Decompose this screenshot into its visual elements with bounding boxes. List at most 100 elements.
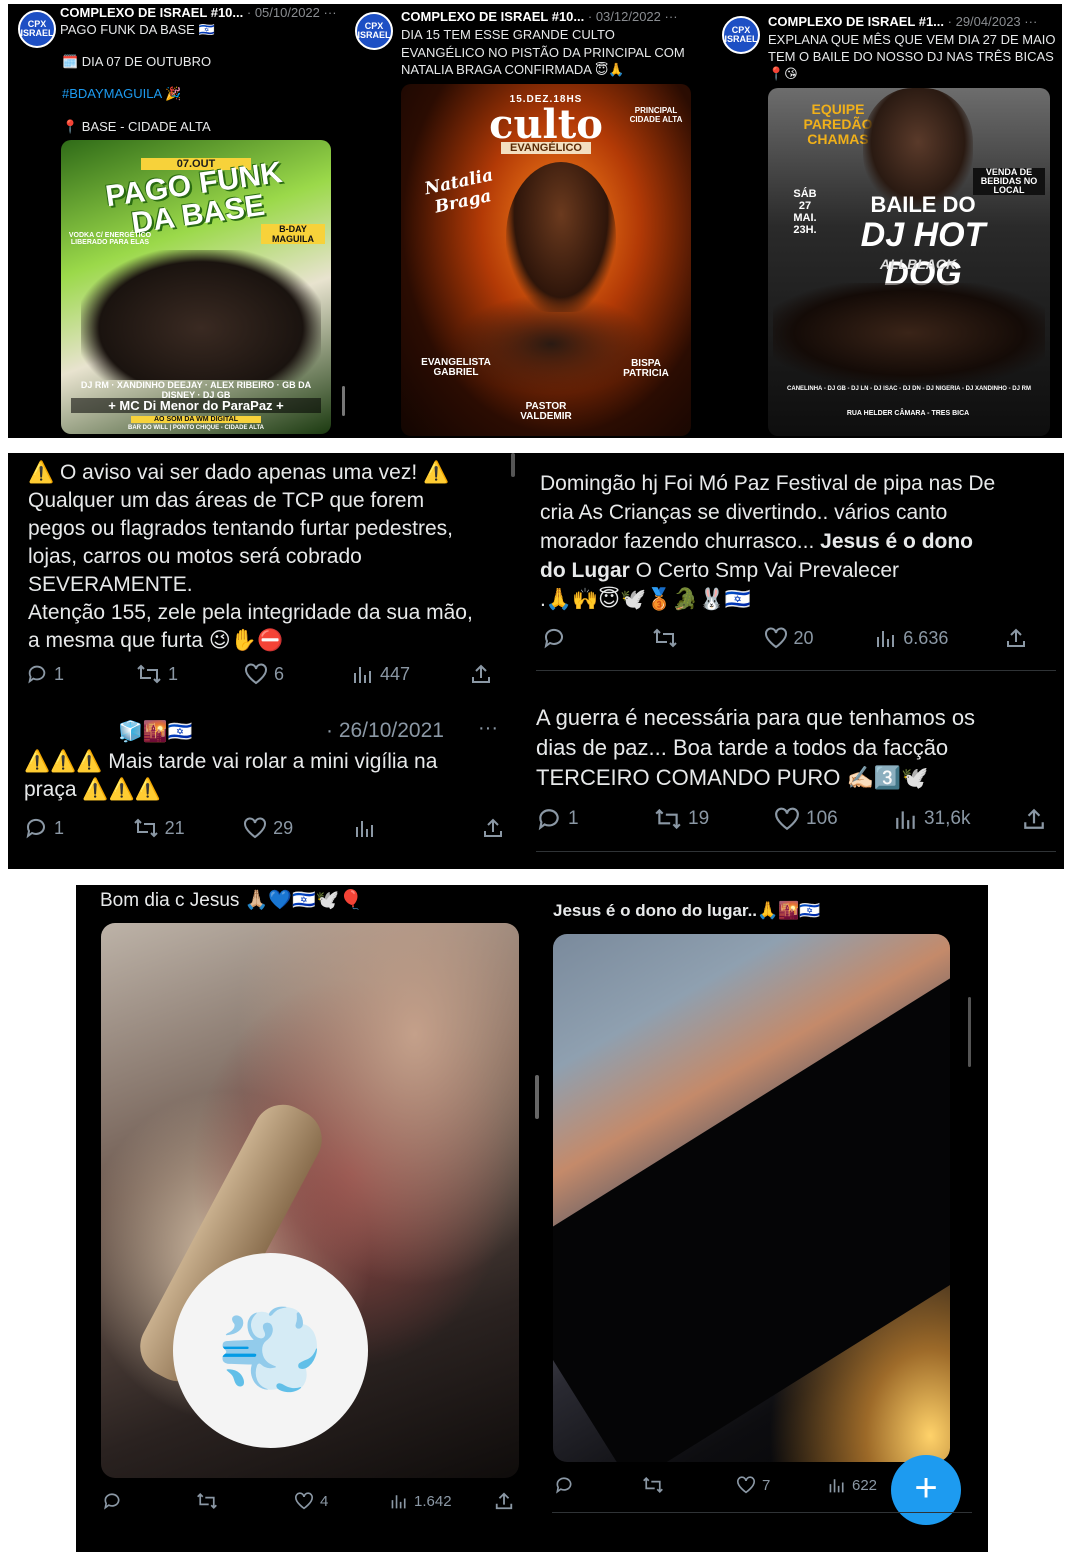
post-photo[interactable] (553, 934, 950, 1462)
tweet-date: · 26/10/2021 (326, 719, 444, 742)
more-options-icon[interactable]: ··· (324, 5, 337, 20)
repost-icon (197, 1493, 217, 1509)
poster-subtitle: EVANGÉLICO (501, 142, 591, 154)
scrollbar[interactable] (342, 386, 345, 416)
reply-button[interactable] (554, 1475, 642, 1495)
tweet-text-bold: Jesus é o dono (820, 530, 974, 553)
post-location: 📍 BASE - CIDADE ALTA (62, 119, 211, 134)
reply-button[interactable] (102, 1491, 196, 1511)
reply-button[interactable]: 1 (26, 663, 136, 685)
repost-icon (655, 808, 681, 830)
scrollbar[interactable] (535, 1075, 539, 1119)
poster-djs: CANELINHA - DJ GB - DJ LN - DJ ISAC - DJ… (787, 386, 1031, 392)
account-name[interactable]: COMPLEXO DE ISRAEL #10... (60, 5, 243, 20)
share-button[interactable] (1005, 627, 1027, 649)
repost-icon (133, 818, 158, 838)
heart-icon (245, 663, 267, 685)
like-button[interactable]: 29 (243, 817, 354, 839)
scrollbar[interactable] (511, 453, 515, 477)
like-count: 4 (320, 1492, 329, 1510)
heart-icon (295, 1492, 313, 1510)
repost-count: 1 (168, 663, 179, 684)
account-name[interactable]: COMPLEXO DE ISRAEL #10... (401, 9, 584, 24)
event-poster-image[interactable]: 07.OUT PAGO FUNK DA BASE B-DAY MAGUILA V… (61, 140, 331, 434)
reply-icon (26, 818, 45, 839)
hashtag-link[interactable]: #BDAYMAGUILA 🎉 (62, 85, 181, 102)
views-icon (877, 631, 895, 647)
poster-djs: DJ RM · XANDINHO DEEJAY · ALEX RIBEIRO ·… (80, 380, 312, 400)
tweet-text: A guerra é necessária para que tenhamos … (536, 703, 1056, 793)
repost-button[interactable] (196, 1491, 294, 1511)
reply-count: 1 (54, 663, 65, 684)
account-name[interactable]: COMPLEXO DE ISRAEL #1... (768, 14, 944, 29)
tweet-text: ⚠️⚠️⚠️ Mais tarde vai rolar a mini vigíl… (24, 748, 514, 804)
views-button[interactable]: 31,6k (894, 807, 1022, 831)
poster-speaker-center: PASTOR VALDEMIR (520, 401, 572, 422)
poster-title-1: BAILE DO (870, 192, 976, 217)
views-button[interactable] (354, 817, 482, 839)
avatar[interactable]: CPX ISRAEL (18, 10, 56, 48)
views-button[interactable]: 1.642 (390, 1492, 494, 1510)
scrollbar[interactable] (968, 997, 971, 1067)
like-button[interactable]: 6 (244, 663, 352, 685)
views-button[interactable]: 6.636 (875, 627, 1005, 649)
share-button[interactable] (1022, 807, 1046, 831)
event-poster-image[interactable]: EQUIPE PAREDÃO CHAMAS VENDA DE BEBIDAS N… (768, 88, 1050, 436)
compose-button[interactable]: + (891, 1455, 961, 1525)
post-card[interactable]: CPX ISRAEL COMPLEXO DE ISRAEL #1... · 29… (718, 4, 1062, 438)
post-header: COMPLEXO DE ISRAEL #10... · 03/12/2022 ·… (401, 8, 706, 25)
post-caption: Bom dia c Jesus 🙏🏼💙🇮🇱🕊️🎈 (100, 890, 363, 911)
tweet-text: Domingão hj Foi Mó Paz Festival de pipa … (540, 469, 1055, 614)
post-text-line: EXPLANA QUE MÊS QUE VEM DIA 27 DE MAIO (768, 32, 1056, 47)
share-button[interactable] (494, 1491, 514, 1511)
more-options-icon[interactable]: ··· (478, 717, 498, 740)
post-card[interactable]: CPX ISRAEL COMPLEXO DE ISRAEL #10... · 0… (8, 4, 353, 438)
more-options-icon[interactable]: ··· (1024, 14, 1037, 29)
like-button[interactable]: 4 (294, 1492, 390, 1510)
repost-button[interactable]: 21 (133, 817, 244, 839)
post-header: COMPLEXO DE ISRAEL #10... · 05/10/2022 ·… (60, 4, 350, 21)
user-display-name[interactable]: 🧊🌇🇮🇱 (118, 719, 193, 744)
reply-button[interactable] (542, 626, 652, 650)
avatar[interactable]: CPX ISRAEL (355, 12, 393, 50)
share-icon (1007, 628, 1026, 647)
post-header: COMPLEXO DE ISRAEL #1... · 29/04/2023 ··… (768, 13, 1060, 30)
views-button[interactable]: 447 (352, 663, 470, 685)
share-button[interactable] (470, 663, 492, 685)
tweet-line: A guerra é necessária para que tenhamos … (536, 705, 976, 730)
divider (536, 670, 1056, 671)
repost-button[interactable]: 1 (136, 663, 244, 685)
tweet-line: cria As Crianças se divertindo.. vários … (540, 501, 948, 524)
repost-button[interactable]: 19 (654, 807, 774, 831)
tweet-actions: 1 21 29 (24, 816, 504, 840)
reply-button[interactable]: 1 (536, 806, 654, 832)
share-icon (483, 818, 502, 837)
poster-people-photo (81, 250, 321, 380)
like-count: 6 (274, 663, 285, 684)
poster-speaker-left: EVANGELISTA GABRIEL (421, 357, 491, 378)
poster-sale: VENDA DE BEBIDAS NO LOCAL (973, 168, 1045, 195)
like-count: 7 (762, 1476, 771, 1494)
poster-dj-photo (863, 88, 973, 208)
like-button[interactable]: 7 (736, 1476, 828, 1494)
share-button[interactable] (482, 817, 504, 839)
tweets-panel: ⚠️ O aviso vai ser dado apenas uma vez! … (8, 453, 1064, 869)
poster-promo: VODKA C/ ENERGÉTICO LIBERADO PARA ELAS (68, 232, 152, 246)
repost-count: 19 (688, 808, 710, 829)
repost-button[interactable] (642, 1475, 736, 1495)
reply-button[interactable]: 1 (24, 816, 133, 840)
like-button[interactable]: 20 (764, 627, 876, 649)
post-photo[interactable]: 💨 (101, 923, 519, 1478)
post-caption: Jesus é o dono do lugar..🙏🌇🇮🇱 (553, 901, 821, 920)
more-options-icon[interactable]: ··· (665, 9, 678, 24)
views-button[interactable]: 622 (828, 1476, 877, 1494)
repost-icon (643, 1477, 663, 1493)
event-poster-image[interactable]: 15.DEZ.18HS culto EVANGÉLICO PRINCIPAL C… (401, 84, 691, 436)
reply-count: 1 (568, 808, 579, 829)
repost-icon (137, 664, 161, 684)
post-card[interactable]: CPX ISRAEL COMPLEXO DE ISRAEL #10... · 0… (353, 4, 708, 438)
repost-button[interactable] (652, 627, 764, 649)
post-text-line: PAGO FUNK DA BASE 🇮🇱 (60, 22, 215, 37)
avatar[interactable]: CPX ISRAEL (722, 16, 760, 54)
like-button[interactable]: 106 (774, 807, 894, 831)
